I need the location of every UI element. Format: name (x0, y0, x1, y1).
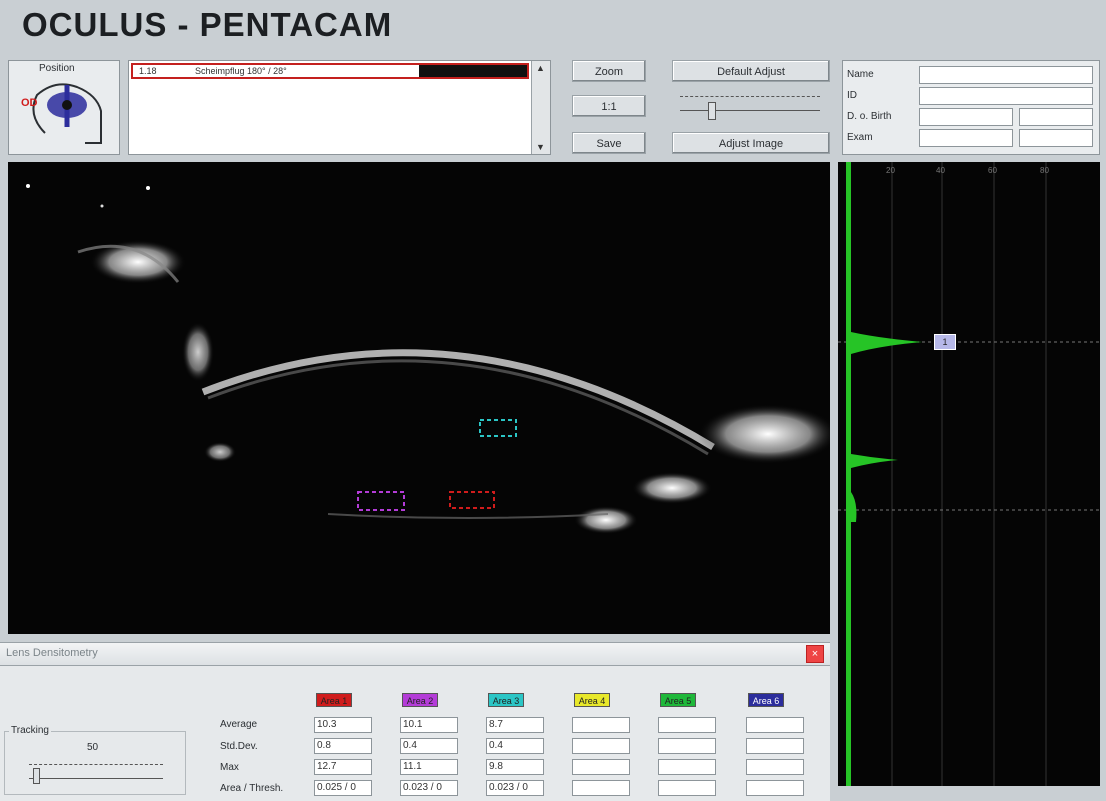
name-label: Name (847, 69, 874, 80)
exam-field[interactable] (919, 129, 1013, 147)
area-3-average: 8.7 (486, 717, 544, 733)
row-label-stddev: Std.Dev. (220, 741, 258, 752)
area-6-area-thresh (746, 780, 804, 796)
row-label-average: Average (220, 719, 258, 730)
exam-label: Exam (847, 132, 873, 143)
area-column-5: Area 5 (658, 693, 718, 799)
graph-tick-80: 80 (1040, 166, 1049, 175)
adjust-slider-thumb[interactable] (708, 102, 716, 120)
graph-marker[interactable]: 1 (934, 334, 956, 350)
dob-field-2[interactable] (1019, 108, 1093, 126)
area-6-tag[interactable]: Area 6 (748, 693, 784, 707)
exam-list-text: Scheimpflug 180° / 28° (195, 66, 287, 76)
exam-list-scrollbar[interactable]: ▲ ▼ (531, 61, 550, 154)
area-2-tag[interactable]: Area 2 (402, 693, 438, 707)
exam-list-dark-block (419, 65, 527, 77)
scroll-down-icon[interactable]: ▼ (536, 142, 545, 152)
position-panel: Position OD (8, 60, 120, 155)
exam-field-2[interactable] (1019, 129, 1093, 147)
area-4-tag[interactable]: Area 4 (574, 693, 610, 707)
row-label-area-thresh: Area / Thresh. (220, 783, 284, 794)
name-field[interactable] (919, 66, 1093, 84)
area-5-max (658, 759, 716, 775)
id-label: ID (847, 90, 857, 101)
area-5-stddev (658, 738, 716, 754)
close-icon[interactable]: × (806, 645, 824, 663)
default-adjust-button[interactable]: Default Adjust (672, 60, 830, 82)
area-2-average: 10.1 (400, 717, 458, 733)
area-3-max: 9.8 (486, 759, 544, 775)
area-3-area-thresh: 0.023 / 0 (486, 780, 544, 796)
area-6-average (746, 717, 804, 733)
head-eye-icon (32, 83, 102, 144)
id-field[interactable] (919, 87, 1093, 105)
area-3-tag[interactable]: Area 3 (488, 693, 524, 707)
densitometry-graph[interactable]: 20 40 60 80 1 (838, 162, 1100, 786)
exam-list-number: 1.18 (139, 66, 157, 76)
dob-field[interactable] (919, 108, 1013, 126)
area-5-tag[interactable]: Area 5 (660, 693, 696, 707)
tracking-label: Tracking (9, 725, 51, 736)
area-1-average: 10.3 (314, 717, 372, 733)
area-1-tag[interactable]: Area 1 (316, 693, 352, 707)
area-1-stddev: 0.8 (314, 738, 372, 754)
area-5-area-thresh (658, 780, 716, 796)
area-column-3: Area 3 8.7 0.4 9.8 0.023 / 0 (486, 693, 546, 799)
adjust-image-button[interactable]: Adjust Image (672, 132, 830, 154)
patient-panel: Name ID D. o. Birth Exam (842, 60, 1100, 155)
area-2-stddev: 0.4 (400, 738, 458, 754)
area-column-4: Area 4 (572, 693, 632, 799)
area-1-max: 12.7 (314, 759, 372, 775)
area-column-1: Area 1 10.3 0.8 12.7 0.025 / 0 (314, 693, 374, 799)
row-label-max: Max (220, 762, 239, 773)
app-title: OCULUS - PENTACAM (22, 6, 393, 43)
area-6-stddev (746, 738, 804, 754)
area-column-2: Area 2 10.1 0.4 11.1 0.023 / 0 (400, 693, 460, 799)
area-2-area-thresh: 0.023 / 0 (400, 780, 458, 796)
position-label: Position (39, 63, 75, 74)
tracking-slider[interactable] (29, 760, 163, 784)
tracking-slider-thumb[interactable] (33, 768, 40, 784)
save-button[interactable]: Save (572, 132, 646, 154)
tracking-group: Tracking 50 (4, 725, 186, 795)
area-6-max (746, 759, 804, 775)
area-column-6: Area 6 (746, 693, 806, 799)
area-5-average (658, 717, 716, 733)
lens-densitometry-panel: Lens Densitometry × Tracking 50 Average … (0, 642, 830, 801)
area-1-area-thresh: 0.025 / 0 (314, 780, 372, 796)
area-4-area-thresh (572, 780, 630, 796)
graph-canvas (838, 162, 1100, 786)
dob-label: D. o. Birth (847, 111, 892, 122)
lens-panel-titlebar: Lens Densitometry × (0, 643, 830, 666)
area-4-max (572, 759, 630, 775)
graph-tick-60: 60 (988, 166, 997, 175)
lens-panel-title: Lens Densitometry (6, 647, 98, 659)
adjust-slider[interactable] (680, 92, 820, 120)
area-3-stddev: 0.4 (486, 738, 544, 754)
exam-list[interactable]: 1.18 Scheimpflug 180° / 28° ▲ ▼ (128, 60, 551, 155)
scheimpflug-image[interactable] (8, 162, 830, 634)
graph-tick-40: 40 (936, 166, 945, 175)
exam-list-selected-row[interactable]: 1.18 Scheimpflug 180° / 28° (131, 63, 529, 79)
one-to-one-button[interactable]: 1:1 (572, 95, 646, 117)
tracking-value: 50 (87, 742, 99, 753)
area-4-stddev (572, 738, 630, 754)
scroll-up-icon[interactable]: ▲ (536, 63, 545, 73)
zoom-button[interactable]: Zoom (572, 60, 646, 82)
area-2-max: 11.1 (400, 759, 458, 775)
eye-side-label: OD (21, 97, 38, 109)
graph-tick-20: 20 (886, 166, 895, 175)
area-4-average (572, 717, 630, 733)
